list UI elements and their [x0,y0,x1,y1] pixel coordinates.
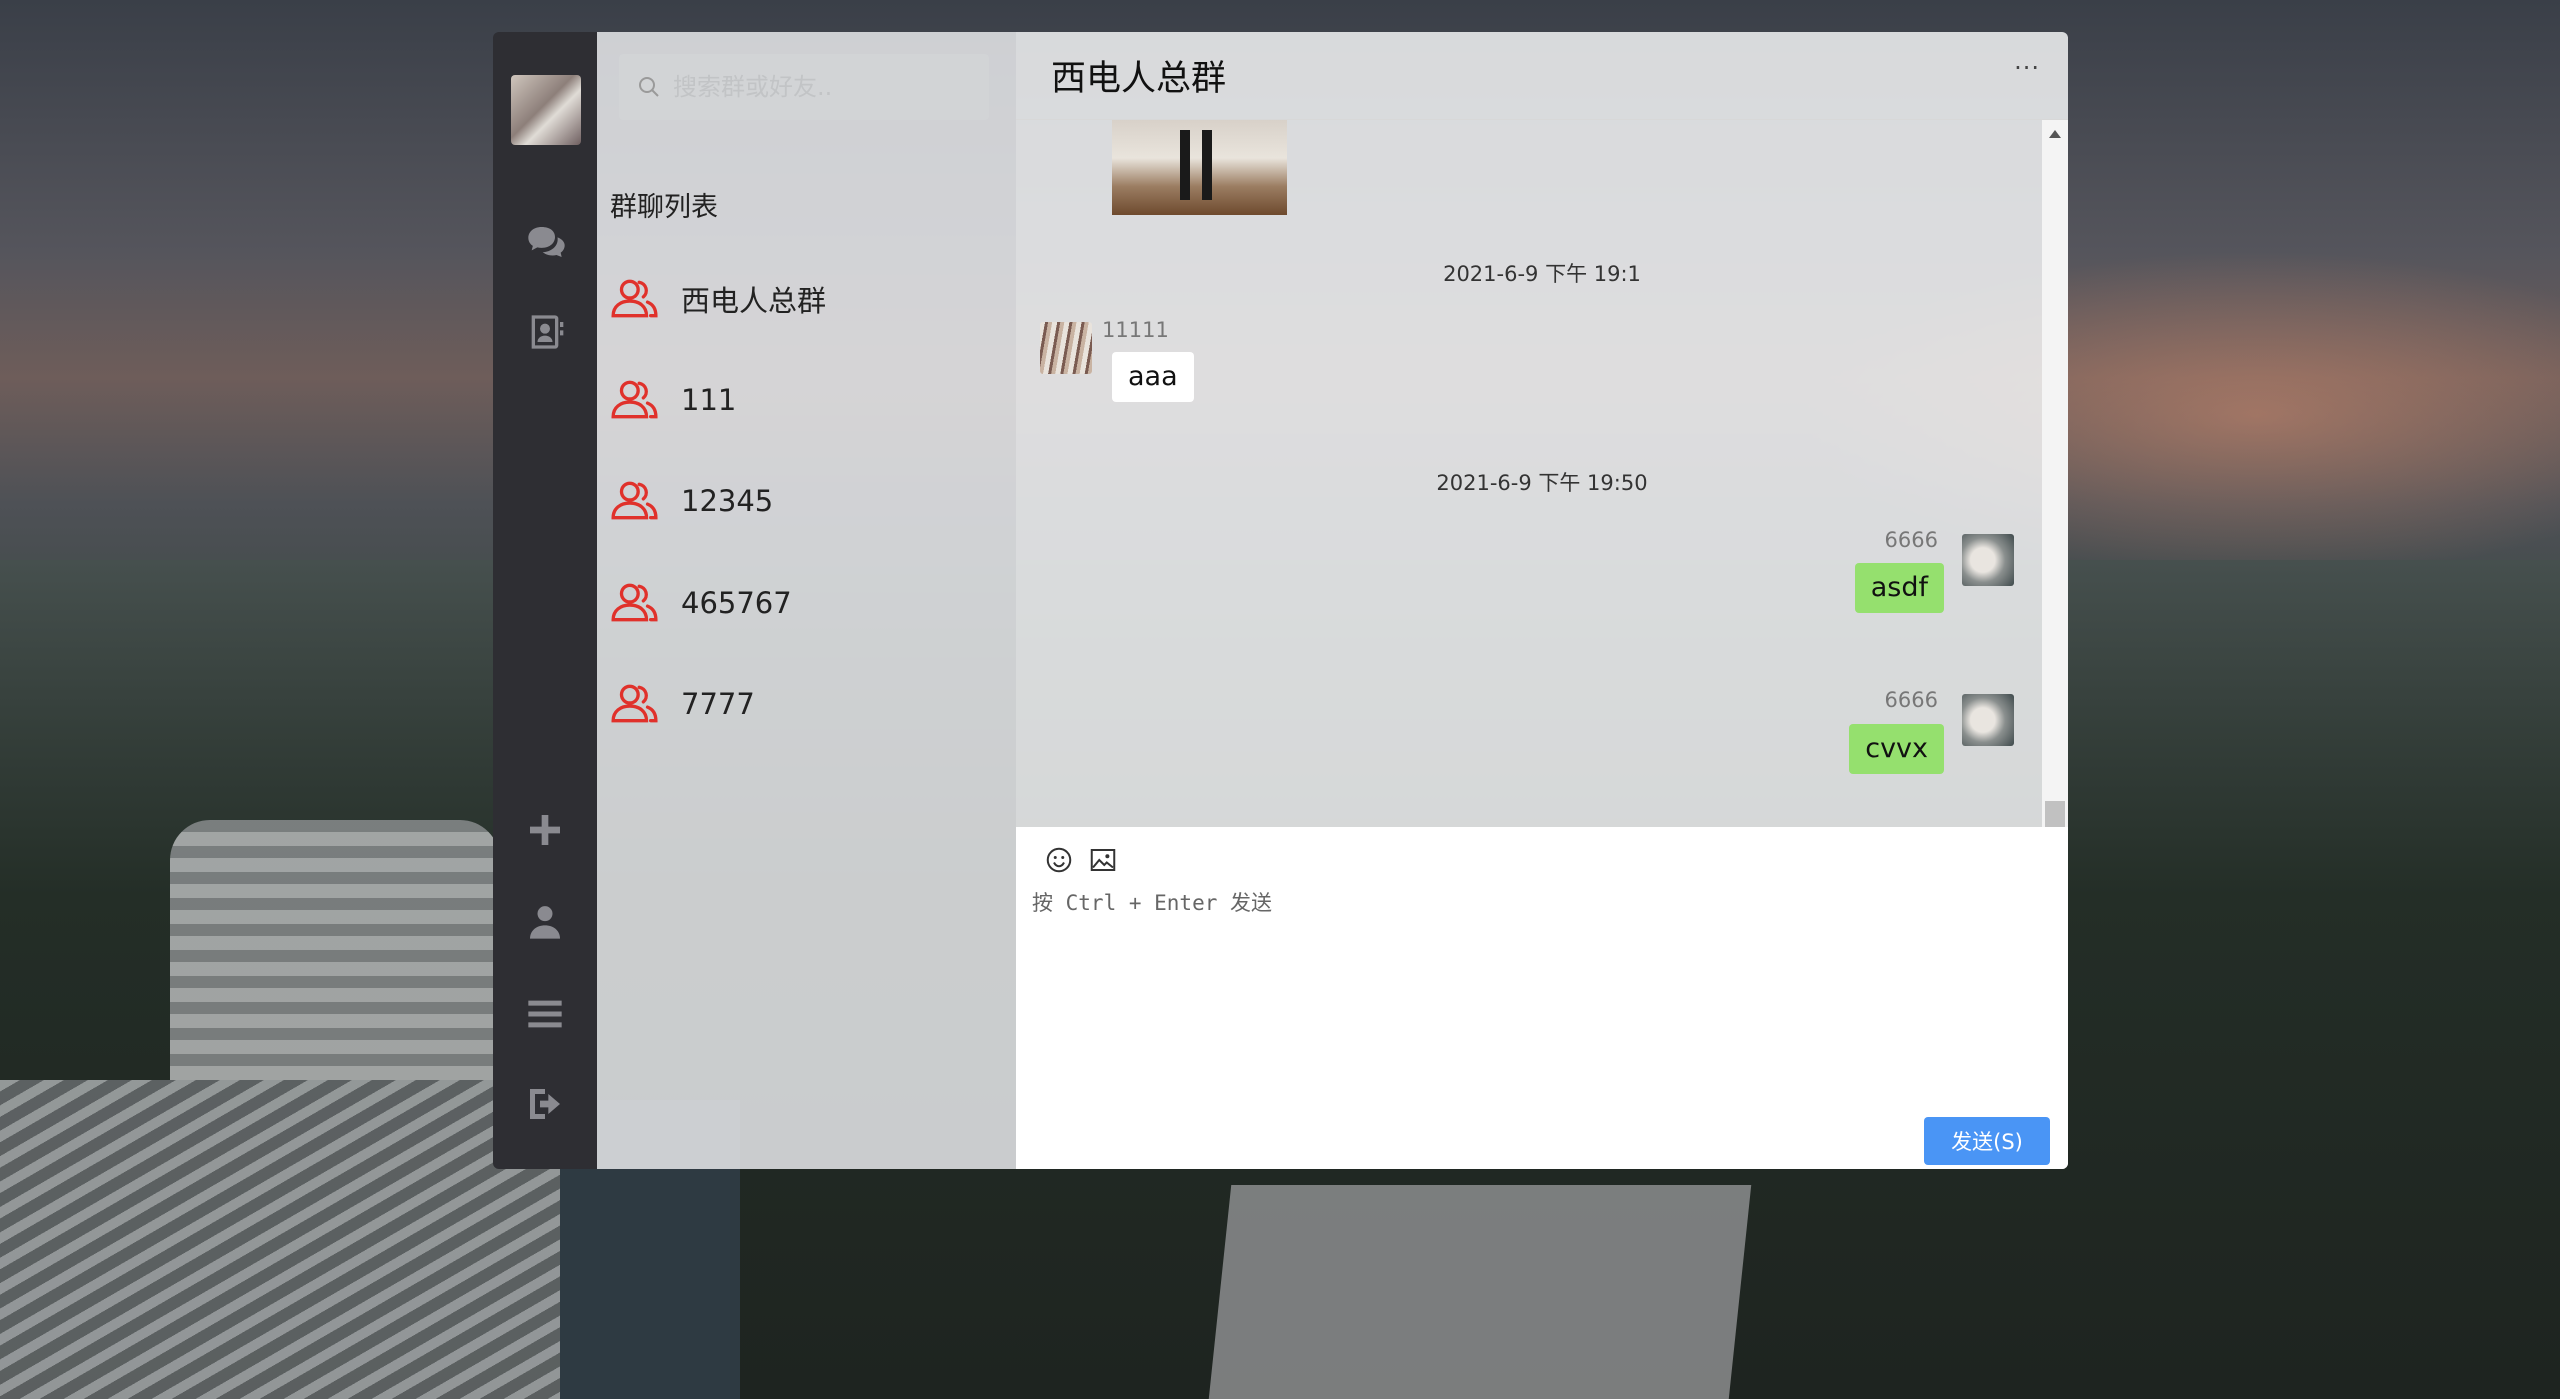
group-icon [611,279,658,318]
my-avatar[interactable] [511,75,581,145]
background-roof-left [0,1080,560,1399]
more-options-button[interactable]: ··· [2014,54,2040,82]
my-message-avatar[interactable] [1962,694,2014,746]
group-name: 465767 [681,586,792,620]
composer-placeholder[interactable]: 按 Ctrl + Enter 发送 [1032,887,1272,917]
background-roof-center [1208,1185,1752,1399]
group-list-title: 群聊列表 [610,192,718,223]
group-list-pane: 群聊列表 西电人总群 111 [597,32,1016,1169]
chat-header: 西电人总群 ··· [1016,32,2068,120]
contacts-icon[interactable] [523,310,567,354]
background-building [170,820,500,1080]
my-message-avatar[interactable] [1962,534,2014,586]
group-item[interactable]: 西电人总群 [597,249,1016,349]
group-name: 西电人总群 [681,284,827,318]
search-box [619,54,989,120]
menu-icon[interactable] [523,992,567,1036]
message-timestamp: 2021-6-9 下午 19:1 [1443,262,1641,286]
message-composer[interactable]: 按 Ctrl + Enter 发送 发送(S) [1016,827,2068,1169]
scroll-up-arrow-icon[interactable] [2049,130,2061,138]
group-item[interactable]: 7777 [597,654,1016,754]
plus-icon[interactable] [523,808,567,852]
group-item[interactable]: 12345 [597,451,1016,551]
sender-name: 6666 [1884,528,1938,552]
message-bubble: cvvx [1849,724,1944,774]
group-icon [611,481,658,520]
group-name: 12345 [681,484,774,518]
user-icon[interactable] [523,900,567,944]
message-bubble: asdf [1854,563,1944,613]
group-name: 111 [681,383,737,417]
nav-rail [493,32,597,1169]
message-scrollbar[interactable] [2042,120,2068,827]
search-input[interactable] [671,72,975,102]
sender-name: 6666 [1884,688,1938,712]
group-icon [611,380,658,419]
group-icon [611,684,658,723]
send-button[interactable]: 发送(S) [1924,1117,2050,1165]
group-item[interactable]: 465767 [597,553,1016,653]
chat-icon[interactable] [523,220,567,264]
group-name: 7777 [681,687,755,721]
message-bubble: aaa [1112,352,1194,402]
group-item[interactable]: 111 [597,350,1016,450]
logout-icon[interactable] [523,1082,567,1126]
search-icon [639,77,659,97]
scrollbar-thumb[interactable] [2045,801,2065,827]
image-upload-icon[interactable] [1088,845,1118,875]
chat-title: 西电人总群 [1051,59,1227,99]
emoji-icon[interactable] [1044,845,1074,875]
chat-app-window: 群聊列表 西电人总群 111 [493,32,2068,1169]
sender-name: 11111 [1102,318,1169,342]
group-icon [611,583,658,622]
chat-pane: 西电人总群 ··· 2021-6-9 下午 19:1 11111 aaa 202… [1016,32,2068,1169]
image-message[interactable] [1112,120,1287,215]
sender-avatar[interactable] [1040,322,1092,374]
message-timestamp: 2021-6-9 下午 19:50 [1436,471,1648,495]
message-list[interactable]: 2021-6-9 下午 19:1 11111 aaa 2021-6-9 下午 1… [1016,120,2068,827]
